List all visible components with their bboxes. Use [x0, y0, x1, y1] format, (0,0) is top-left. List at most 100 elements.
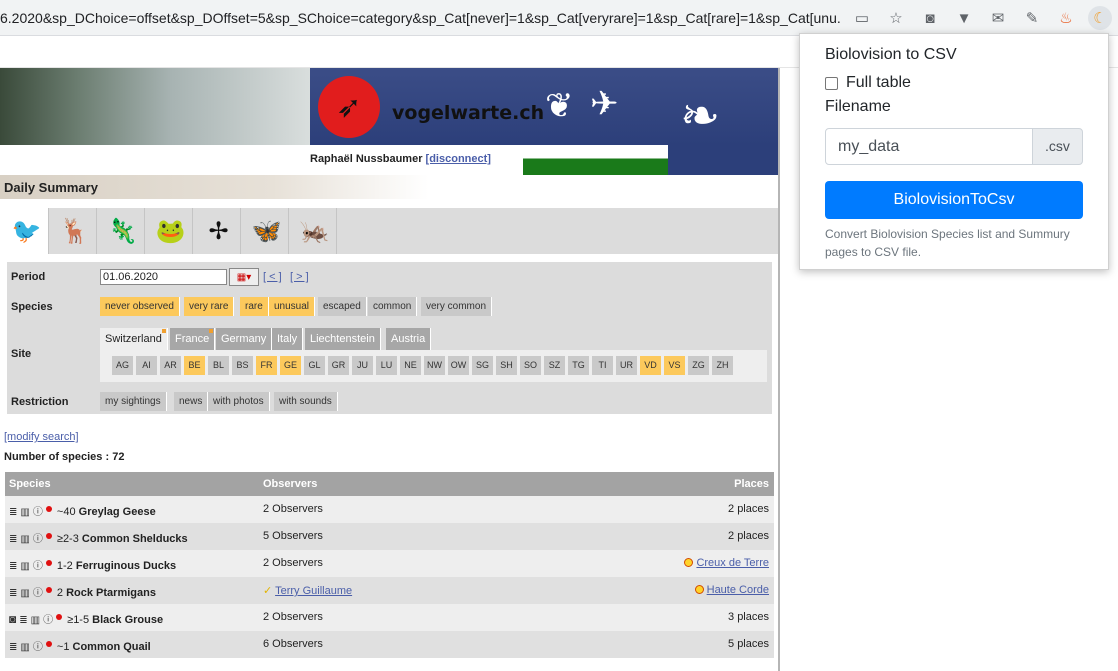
tab-switzerland[interactable]: Switzerland [100, 328, 168, 350]
chip-rare[interactable]: rare [240, 297, 269, 316]
info-icon[interactable]: ⓘ [43, 611, 53, 626]
tab-mammals[interactable]: 🦌 [53, 208, 97, 254]
list-icon[interactable]: ≣ [9, 561, 17, 572]
next-day-link[interactable]: [ > ] [290, 271, 309, 283]
tab-butterflies[interactable]: 🦋 [245, 208, 289, 254]
canton-ne[interactable]: NE [400, 356, 421, 375]
canton-gl[interactable]: GL [304, 356, 325, 375]
convert-button[interactable]: BiolovisionToCsv [825, 181, 1083, 219]
species-name[interactable]: Ferruginous Ducks [76, 560, 176, 572]
modify-search-link[interactable]: [modify search] [4, 431, 79, 443]
tab-france[interactable]: France [170, 328, 216, 350]
species-count-value: ≥1-5 [67, 614, 90, 626]
info-icon[interactable]: ⓘ [33, 530, 43, 545]
vivaldi-icon[interactable]: ▼ [952, 6, 976, 30]
list-icon[interactable]: ≣ [9, 588, 17, 599]
canton-fr[interactable]: FR [256, 356, 277, 375]
camera-icon[interactable]: ◙ [9, 612, 16, 626]
canton-be[interactable]: BE [184, 356, 205, 375]
canton-sg[interactable]: SG [472, 356, 493, 375]
chip-my-sightings[interactable]: my sightings [100, 392, 167, 411]
disconnect-link[interactable]: [disconnect] [426, 153, 491, 165]
canton-ti[interactable]: TI [592, 356, 613, 375]
info-icon[interactable]: ⓘ [33, 503, 43, 518]
canton-sh[interactable]: SH [496, 356, 517, 375]
canton-nw[interactable]: NW [424, 356, 445, 375]
tab-austria[interactable]: Austria [386, 328, 432, 350]
list-icon[interactable]: ≣ [9, 642, 17, 653]
chip-very-common[interactable]: very common [421, 297, 493, 316]
list-icon[interactable]: ≣ [9, 507, 17, 518]
date-field[interactable]: 01.06.2020 [100, 269, 227, 285]
canton-bl[interactable]: BL [208, 356, 229, 375]
camera-icon[interactable]: ◙ [918, 6, 942, 30]
chart-icon[interactable]: ▥ [20, 642, 29, 653]
tab-reptiles[interactable]: 🦎 [101, 208, 145, 254]
filename-input[interactable]: my_data [825, 128, 1033, 165]
address-bar[interactable]: 6.2020&sp_DChoice=offset&sp_DOffset=5&sp… [0, 10, 840, 26]
canton-ju[interactable]: JU [352, 356, 373, 375]
eyedropper-icon[interactable]: ✎ [1020, 6, 1044, 30]
species-name[interactable]: Common Quail [73, 641, 151, 653]
canton-lu[interactable]: LU [376, 356, 397, 375]
species-cell: ◙ ≣ ▥ ⓘ ≥1-5 Black Grouse [9, 611, 163, 626]
observer-link[interactable]: Terry Guillaume [275, 585, 352, 597]
canton-ag[interactable]: AG [112, 356, 133, 375]
tab-amphibians[interactable]: 🐸 [149, 208, 193, 254]
chip-with-sounds[interactable]: with sounds [274, 392, 338, 411]
canton-so[interactable]: SO [520, 356, 541, 375]
place-link[interactable]: Haute Corde [707, 584, 769, 596]
calendar-icon[interactable]: ▦▾ [229, 268, 259, 286]
list-icon[interactable]: ≣ [19, 615, 27, 626]
chart-icon[interactable]: ▥ [20, 561, 29, 572]
canton-ur[interactable]: UR [616, 356, 637, 375]
species-cell: ≣ ▥ ⓘ ~1 Common Quail [9, 638, 151, 653]
chip-common[interactable]: common [368, 297, 418, 316]
tab-germany[interactable]: Germany [216, 328, 273, 350]
canton-ai[interactable]: AI [136, 356, 157, 375]
canton-ge[interactable]: GE [280, 356, 301, 375]
chip-unusual[interactable]: unusual [269, 297, 316, 316]
tab-orthoptera[interactable]: 🦗 [293, 208, 337, 254]
tab-birds[interactable]: 🐦 [5, 208, 49, 254]
canton-bs[interactable]: BS [232, 356, 253, 375]
tab-liechtenstein[interactable]: Liechtenstein [305, 328, 381, 350]
chip-never-observed[interactable]: never observed [100, 297, 180, 316]
tab-italy[interactable]: Italy [272, 328, 304, 350]
place-link[interactable]: Creux de Terre [696, 557, 769, 569]
canton-vs[interactable]: VS [664, 356, 685, 375]
chip-escaped[interactable]: escaped [318, 297, 367, 316]
mail-icon[interactable]: ✉ [986, 6, 1010, 30]
canton-zh[interactable]: ZH [712, 356, 733, 375]
canton-tg[interactable]: TG [568, 356, 589, 375]
info-icon[interactable]: ⓘ [33, 638, 43, 653]
canton-ar[interactable]: AR [160, 356, 181, 375]
tab-dragonflies[interactable]: ✢ [197, 208, 241, 254]
species-name[interactable]: Black Grouse [92, 614, 163, 626]
chart-icon[interactable]: ▥ [20, 588, 29, 599]
chip-with-photos[interactable]: with photos [208, 392, 270, 411]
canton-vd[interactable]: VD [640, 356, 661, 375]
prev-day-link[interactable]: [ < ] [263, 271, 282, 283]
chart-icon[interactable]: ▥ [20, 534, 29, 545]
chart-icon[interactable]: ▥ [20, 507, 29, 518]
star-icon[interactable]: ☆ [884, 6, 908, 30]
fire-icon[interactable]: ♨ [1054, 6, 1078, 30]
canton-sz[interactable]: SZ [544, 356, 565, 375]
full-table-checkbox[interactable] [825, 77, 838, 90]
chart-icon[interactable]: ▥ [31, 615, 40, 626]
canton-zg[interactable]: ZG [688, 356, 709, 375]
cast-icon[interactable]: ▭ [850, 6, 874, 30]
list-icon[interactable]: ≣ [9, 534, 17, 545]
canton-gr[interactable]: GR [328, 356, 349, 375]
species-name[interactable]: Common Shelducks [82, 533, 188, 545]
species-name[interactable]: Greylag Geese [79, 506, 156, 518]
chip-news[interactable]: news [174, 392, 209, 411]
info-icon[interactable]: ⓘ [33, 557, 43, 572]
extension-icon[interactable]: ☾ [1088, 6, 1112, 30]
chip-very-rare[interactable]: very rare [184, 297, 235, 316]
canton-ow[interactable]: OW [448, 356, 469, 375]
full-table-label[interactable]: Full table [846, 74, 911, 92]
info-icon[interactable]: ⓘ [33, 584, 43, 599]
species-name[interactable]: Rock Ptarmigans [66, 587, 156, 599]
